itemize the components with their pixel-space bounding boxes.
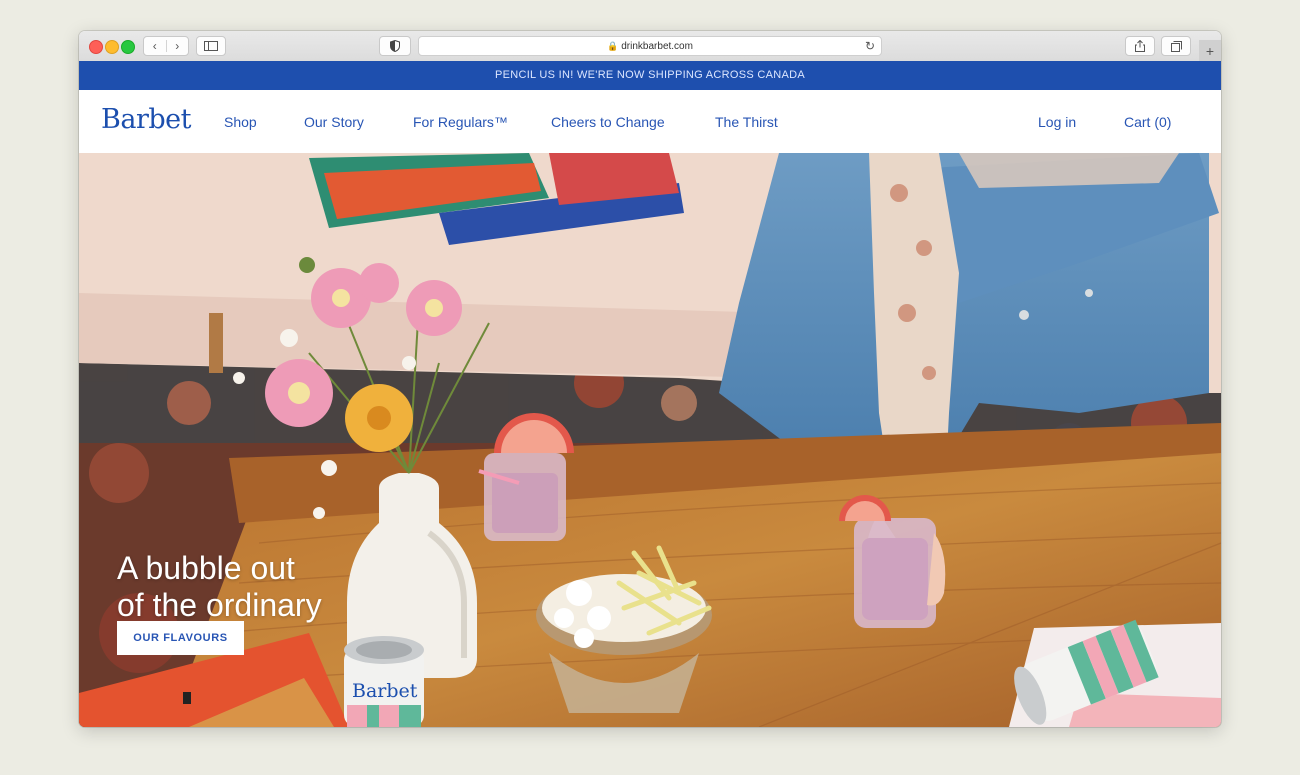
login-link[interactable]: Log in (1038, 114, 1076, 130)
zoom-window-button[interactable] (121, 40, 135, 54)
back-icon[interactable]: ‹ (144, 40, 167, 52)
can-logo-text: Barbet (352, 680, 418, 702)
hero-headline-line-1: A bubble out (117, 550, 295, 587)
address-bar[interactable]: 🔒 drinkbarbet.com ↻ (418, 36, 882, 56)
hero-headline-line-2: of the ordinary (117, 587, 322, 624)
hero-section: Barbet A bubble out of the ordinary OUR … (79, 153, 1221, 727)
barbet-can: Barbet (344, 636, 424, 727)
site-header: Barbet Shop Our Story For Regulars™ Chee… (79, 90, 1221, 154)
browser-window: ‹ › 🔒 drinkbarbet.com ↻ + PENCIL US IN! … (79, 31, 1221, 727)
nav-link-for-regulars[interactable]: For Regulars™ (413, 114, 508, 130)
lock-icon: 🔒 (607, 41, 619, 51)
our-flavours-button[interactable]: OUR FLAVOURS (117, 621, 244, 655)
nav-link-our-story[interactable]: Our Story (304, 114, 364, 130)
url-text: drinkbarbet.com (621, 41, 693, 52)
minimize-window-button[interactable] (105, 40, 119, 54)
sidebar-toggle-button[interactable] (196, 36, 226, 56)
close-window-button[interactable] (89, 40, 103, 54)
new-tab-icon[interactable]: + (1199, 40, 1221, 62)
nav-link-shop[interactable]: Shop (224, 114, 257, 130)
share-icon (1135, 40, 1145, 52)
hero-headline: A bubble out of the ordinary (117, 550, 322, 624)
tab-overview-button[interactable] (1161, 36, 1191, 56)
announcement-bar: PENCIL US IN! WE'RE NOW SHIPPING ACROSS … (79, 61, 1221, 90)
history-nav-group: ‹ › (143, 36, 189, 56)
nav-link-the-thirst[interactable]: The Thirst (715, 114, 778, 130)
tabs-icon (1170, 40, 1182, 52)
forward-icon[interactable]: › (167, 40, 189, 52)
reload-icon[interactable]: ↻ (865, 37, 875, 55)
sidebar-icon (204, 41, 218, 51)
barbet-logo[interactable]: Barbet (101, 104, 191, 135)
shield-icon (390, 40, 400, 52)
cart-link[interactable]: Cart (0) (1124, 114, 1171, 130)
privacy-report-button[interactable] (379, 36, 411, 56)
browser-toolbar: ‹ › 🔒 drinkbarbet.com ↻ + (79, 31, 1221, 62)
hero-photo: Barbet (79, 153, 1221, 727)
share-button[interactable] (1125, 36, 1155, 56)
nav-link-cheers-to-change[interactable]: Cheers to Change (551, 114, 665, 130)
